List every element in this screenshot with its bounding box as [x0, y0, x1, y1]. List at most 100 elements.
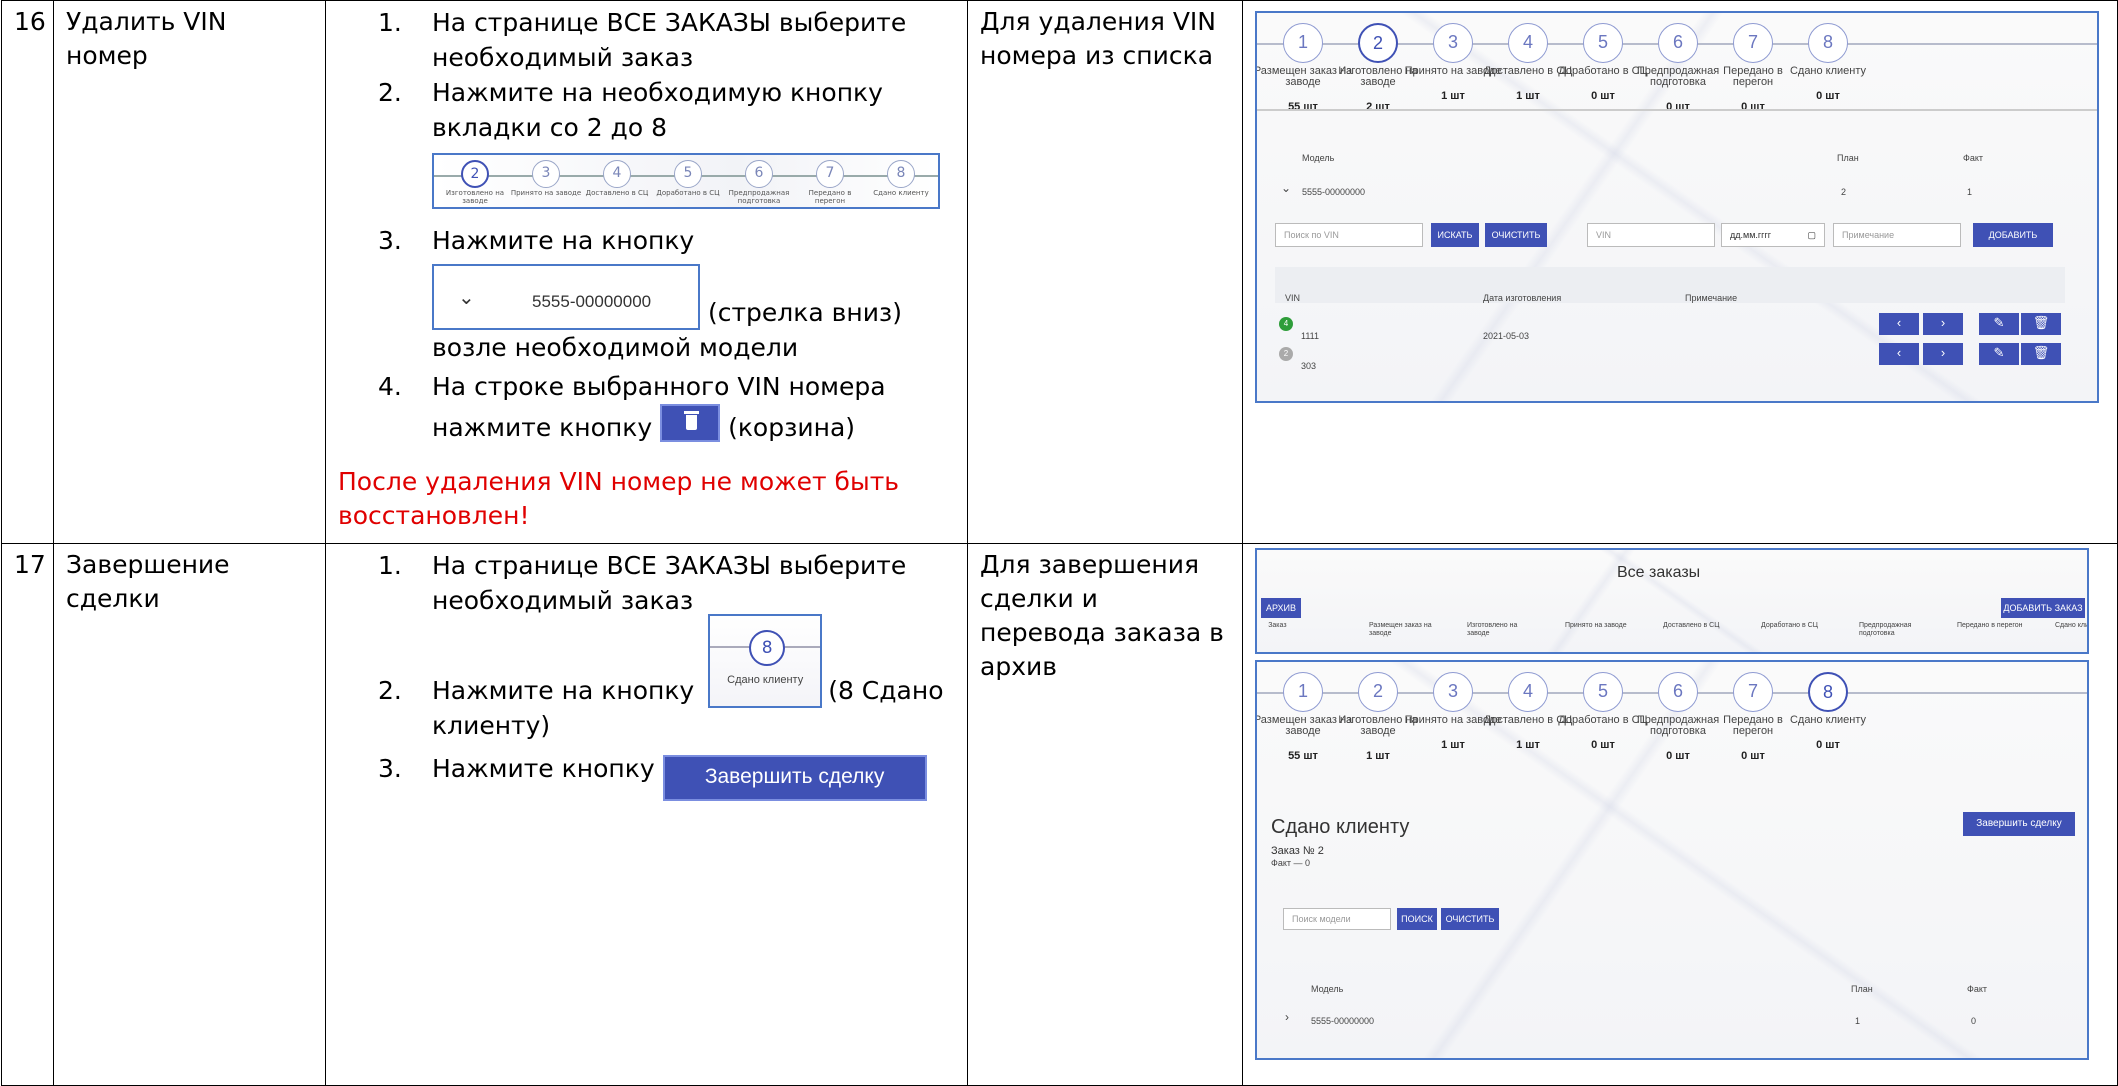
step-item: 3. Нажмите на кнопку ⌄ 5555-00000000 (стре…: [378, 226, 902, 362]
date-input[interactable]: дд.мм.гггг ▢: [1721, 223, 1825, 247]
row-steps: 1. На странице ВСЕ ЗАКАЗЫ выберите необхо…: [325, 543, 968, 1086]
step-circle: 4: [1508, 672, 1548, 712]
chevron-left-icon[interactable]: ‹: [1879, 343, 1919, 365]
clear-button[interactable]: ОЧИСТИТЬ: [1485, 223, 1547, 247]
step-label: Передано в перегон: [808, 189, 852, 205]
col-plan: План: [1851, 984, 1873, 994]
status-badge: 2: [1279, 347, 1293, 361]
step-circle: 4: [603, 160, 631, 188]
step-circle: 6: [745, 160, 773, 188]
mini-step: 7 Передано в перегон: [793, 160, 867, 205]
step-tab[interactable]: 8 Сдано клиенту 0 шт: [1778, 23, 1878, 113]
trash-icon[interactable]: 🗑: [2021, 313, 2061, 335]
step-tab[interactable]: 8 Сдано клиенту 0 шт: [1778, 672, 1878, 762]
step-circle: 3: [1433, 23, 1473, 63]
step-circle: 5: [1583, 672, 1623, 712]
table-row: 16 Удалить VIN номер 1. На странице ВСЕ З…: [1, 0, 2118, 544]
fact-count: Факт — 0: [1271, 858, 1311, 868]
step-circle: 7: [1733, 23, 1773, 63]
note-input[interactable]: Примечание: [1833, 223, 1961, 247]
mini-step: 3 Принято на заводе: [509, 160, 583, 197]
vin-col: VIN: [1285, 293, 1301, 303]
trash-icon[interactable]: 🗑: [2021, 343, 2061, 365]
chevron-right-icon[interactable]: ›: [1923, 343, 1963, 365]
model-name: 5555-00000000: [1311, 1016, 1375, 1026]
order-col: Предпродажная подготовка: [1859, 622, 1912, 637]
instruction-table: 1 6 Удалить VIN номер 1. На странице ВСЕ З…: [1, 0, 2118, 1086]
order-cell[interactable]: Новый заказ: [1268, 646, 1309, 652]
order-col: Доработано в СЦ: [1761, 622, 1818, 629]
screenshot-cell: Все заказы АРХИВ ДОБАВИТЬ ЗАКАЗ Заказ Раз…: [1242, 543, 2118, 1086]
step-circle: 4: [1508, 23, 1548, 63]
search-vin-input[interactable]: Поиск по VIN: [1275, 223, 1423, 247]
step-item: 2. Нажмите на необходимую кнопку вкладки …: [338, 75, 955, 209]
step-item: 4. На строке выбранного VIN номера нажмит…: [378, 372, 886, 442]
step-item: 1. На странице ВСЕ ЗАКАЗЫ выберите необхо…: [378, 551, 907, 615]
step-circle: 6: [1658, 23, 1698, 63]
row-title: Завершение сделки: [53, 543, 326, 1086]
step-label: Изготовлено на заводе: [445, 189, 505, 205]
order-cell: 2%: [1565, 646, 1575, 652]
search-model-input[interactable]: Поиск модели: [1283, 908, 1391, 930]
order-cell: 52%: [1369, 646, 1383, 652]
mini-step: 4 Доставлено в СЦ: [580, 160, 654, 197]
add-button[interactable]: ДОБАВИТЬ: [1973, 223, 2053, 247]
model-plan: 1: [1855, 1016, 1861, 1026]
step-label: Сдано клиенту: [1789, 65, 1867, 77]
chevron-down-icon[interactable]: ⌄: [1281, 171, 1291, 205]
step-circle: 2: [461, 160, 489, 188]
date-col: Дата изготовления: [1483, 293, 1562, 303]
row-title: Удалить VIN номер: [53, 0, 326, 544]
col-fact: Факт: [1967, 984, 1988, 994]
step-label: Принято на заводе: [510, 189, 582, 197]
row-steps: 1. На странице ВСЕ ЗАКАЗЫ выберите необхо…: [325, 0, 968, 544]
model-fact: 0: [1971, 1016, 1977, 1026]
step-circle: 5: [1583, 23, 1623, 63]
search-button[interactable]: ПОИСК: [1397, 908, 1437, 930]
vin-input[interactable]: VIN: [1587, 223, 1715, 247]
step-circle: 8: [1808, 23, 1848, 63]
step-circle: 5: [674, 160, 702, 188]
step-circle: 2: [1358, 672, 1398, 712]
calendar-icon: ▢: [1807, 230, 1816, 240]
chevron-right-icon[interactable]: ›: [1285, 1000, 1289, 1034]
step-item: 2. Нажмите на кнопку 8 Сдано клиенту (8 Сда…: [338, 614, 955, 743]
step-label: Сдано клиенту: [1789, 714, 1867, 726]
mini-step: 8 Сдано клиенту: [864, 160, 938, 197]
note-col: Примечание: [1685, 293, 1738, 303]
clear-button[interactable]: ОЧИСТИТЬ: [1441, 908, 1499, 930]
col-fact: Факт: [1963, 153, 1984, 163]
search-button[interactable]: ИСКАТЬ: [1431, 223, 1479, 247]
order-col: Доставлено в СЦ: [1663, 622, 1720, 629]
step8-button-image: 8 Сдано клиенту: [708, 614, 823, 708]
step-circle: 2: [1358, 23, 1398, 63]
mini-step: 2 Изготовлено на заводе: [438, 160, 512, 205]
archive-button[interactable]: АРХИВ: [1261, 598, 1301, 618]
add-order-button[interactable]: ДОБАВИТЬ ЗАКАЗ: [2001, 598, 2085, 618]
finish-deal-button[interactable]: Завершить сделку: [1963, 812, 2075, 836]
order-col: Изготовлено на заводе: [1467, 622, 1518, 637]
order-col: Сдано клиенту: [2055, 622, 2089, 629]
step-item: 3. Нажмите кнопку Завершить сделку: [338, 751, 955, 801]
chevron-left-icon[interactable]: ‹: [1879, 313, 1919, 335]
order-col: Принято на заводе: [1565, 622, 1627, 629]
vin-date: 2021-05-03: [1483, 331, 1530, 341]
pencil-icon[interactable]: ✎: [1979, 313, 2019, 335]
vin-screenshot: 1 Размещен заказ на заводе 55 шт 2 Изготовле…: [1255, 11, 2099, 403]
chevron-down-icon: ⌄: [458, 285, 475, 309]
orders-screenshot: Все заказы АРХИВ ДОБАВИТЬ ЗАКАЗ Заказ Раз…: [1255, 548, 2089, 654]
chevron-right-icon[interactable]: ›: [1923, 313, 1963, 335]
page-title: Все заказы: [1617, 564, 1701, 581]
step-circle: 8: [1808, 672, 1848, 712]
step-circle: 7: [816, 160, 844, 188]
screenshot-cell: 1 Размещен заказ на заводе 55 шт 2 Изготовле…: [1242, 0, 2118, 544]
step-circle: 7: [1733, 672, 1773, 712]
order-cell: 2%: [1467, 646, 1477, 652]
warning-text: После удаления VIN номер не может быть в…: [338, 467, 899, 530]
vin-value: 1111: [1301, 331, 1320, 341]
col-plan: План: [1837, 153, 1859, 163]
step-count: 0 шт: [1816, 739, 1840, 751]
step-label: Сдано клиенту: [873, 189, 929, 197]
order-cell: 1%: [2055, 646, 2065, 652]
pencil-icon[interactable]: ✎: [1979, 343, 2019, 365]
